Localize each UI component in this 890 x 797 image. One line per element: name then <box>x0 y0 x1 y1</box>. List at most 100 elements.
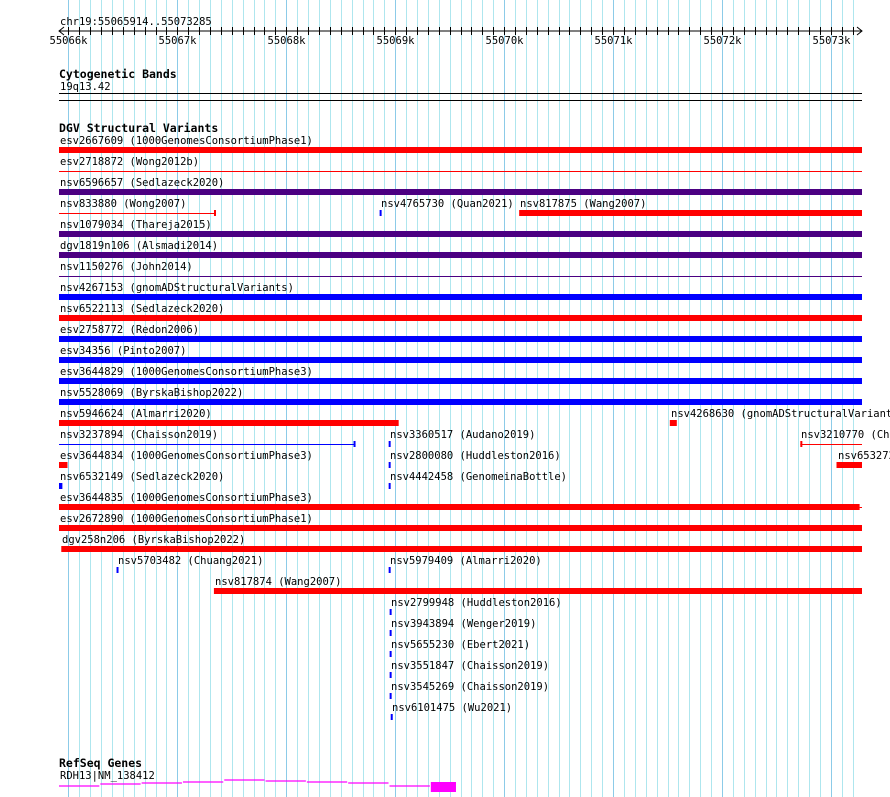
variant-feature[interactable]: nsv3360517 (Audano2019) <box>388 429 536 447</box>
variant-bar[interactable] <box>61 546 863 552</box>
variant-label: esv3644829 (1000GenomesConsortiumPhase3) <box>60 366 313 378</box>
variant-feature[interactable]: nsv4267153 (gnomADStructuralVariants) <box>59 282 862 300</box>
variant-feature[interactable]: nsv6522113 (Sedlazeck2020) <box>59 303 862 321</box>
variant-feature[interactable]: nsv2799948 (Huddleston2016) <box>389 597 562 615</box>
variant-tick[interactable] <box>388 567 391 573</box>
variant-cap-right <box>353 441 356 447</box>
variant-bar[interactable] <box>213 588 862 594</box>
track-title: RefSeq Genes <box>59 756 142 770</box>
variant-bar[interactable] <box>59 525 862 531</box>
variant-feature[interactable]: nsv1150276 (John2014) <box>59 261 862 277</box>
variant-label: nsv6522113 (Sedlazeck2020) <box>60 303 224 315</box>
variant-tick[interactable] <box>388 441 391 447</box>
variant-feature[interactable]: nsv6532725 <box>836 450 890 468</box>
variant-feature[interactable]: nsv3551847 (Chaisson2019) <box>389 660 549 678</box>
variant-feature[interactable]: nsv2800080 (Huddleston2016) <box>388 450 561 468</box>
variant-tail <box>859 507 862 508</box>
variant-line[interactable] <box>59 213 216 214</box>
variant-feature[interactable]: nsv4268630 (gnomADStructuralVariants) <box>669 408 890 426</box>
variant-bar[interactable] <box>59 189 862 195</box>
variant-feature[interactable]: esv2718872 (Wong2012b) <box>59 156 862 172</box>
variant-feature[interactable]: esv3644835 (1000GenomesConsortiumPhase3) <box>59 492 862 510</box>
variant-line[interactable] <box>800 444 862 445</box>
variant-tick[interactable] <box>116 567 119 573</box>
variant-feature[interactable]: nsv3237894 (Chaisson2019) <box>59 429 356 447</box>
variant-label: esv2667609 (1000GenomesConsortiumPhase1) <box>60 135 313 147</box>
track-cytogenetic-bands: Cytogenetic Bands 19q13.42 <box>59 67 862 101</box>
ruler-tick-label: 55072k <box>704 35 743 47</box>
variant-line[interactable] <box>59 276 862 277</box>
variant-feature[interactable]: nsv3545269 (Chaisson2019) <box>389 681 549 699</box>
variant-feature[interactable]: esv2672890 (1000GenomesConsortiumPhase1) <box>59 513 862 531</box>
variant-label: esv2718872 (Wong2012b) <box>60 156 199 168</box>
variant-bar[interactable] <box>59 336 862 342</box>
variant-bar[interactable] <box>59 147 862 153</box>
variant-feature[interactable]: nsv5528069 (ByrskaBishop2022) <box>59 387 862 405</box>
variant-tick[interactable] <box>379 210 382 216</box>
variant-bar[interactable] <box>836 462 862 468</box>
variant-bar[interactable] <box>59 294 862 300</box>
variant-label: nsv6101475 (Wu2021) <box>392 702 512 714</box>
variant-label: nsv6532149 (Sedlazeck2020) <box>60 471 224 483</box>
variant-bar[interactable] <box>59 483 63 489</box>
variant-tick[interactable] <box>389 609 392 615</box>
variant-line[interactable] <box>59 444 356 445</box>
variant-feature[interactable]: esv2667609 (1000GenomesConsortiumPhase1) <box>59 135 862 153</box>
variant-tick[interactable] <box>389 672 392 678</box>
variant-bar[interactable] <box>59 315 862 321</box>
variant-label: nsv5703482 (Chuang2021) <box>118 555 263 567</box>
variant-bar[interactable] <box>59 357 862 363</box>
variant-bar[interactable] <box>59 252 862 258</box>
variant-feature[interactable]: nsv3943894 (Wenger2019) <box>389 618 537 636</box>
variant-feature[interactable]: nsv833880 (Wong2007) <box>59 198 216 216</box>
variant-feature[interactable]: nsv5655230 (Ebert2021) <box>389 639 530 657</box>
variant-label: nsv3237894 (Chaisson2019) <box>60 429 218 441</box>
variant-label: nsv6532725 <box>838 450 890 462</box>
cytoband-label: 19q13.42 <box>60 81 111 93</box>
variant-feature[interactable]: nsv817875 (Wang2007) <box>519 198 862 216</box>
variant-bar[interactable] <box>59 231 862 237</box>
variant-tick[interactable] <box>389 651 392 657</box>
variant-tick[interactable] <box>388 462 391 468</box>
variant-feature[interactable]: esv3644834 (1000GenomesConsortiumPhase3) <box>59 450 313 468</box>
variant-feature[interactable]: esv3644829 (1000GenomesConsortiumPhase3) <box>59 366 862 384</box>
variant-bar[interactable] <box>59 420 399 426</box>
variant-label: esv2672890 (1000GenomesConsortiumPhase1) <box>60 513 313 525</box>
variant-feature[interactable]: nsv4442458 (GenomeinaBottle) <box>388 471 567 489</box>
variant-label: esv3644834 (1000GenomesConsortiumPhase3) <box>60 450 313 462</box>
variant-feature[interactable]: nsv3210770 (Cha <box>800 429 890 447</box>
variant-feature[interactable]: nsv5703482 (Chuang2021) <box>116 555 264 573</box>
variant-tick[interactable] <box>389 630 392 636</box>
gene-label[interactable]: RDH13|NM_138412 <box>60 770 155 782</box>
variant-label: dgv258n206 (ByrskaBishop2022) <box>62 534 245 546</box>
variant-bar[interactable] <box>59 399 862 405</box>
variant-feature[interactable]: nsv5946624 (Almarri2020) <box>59 408 399 426</box>
variant-label: nsv817874 (Wang2007) <box>215 576 341 588</box>
variant-bar[interactable] <box>59 504 860 510</box>
variant-label: nsv3551847 (Chaisson2019) <box>391 660 549 672</box>
coordinate-ruler[interactable]: chr19:55065914..55073285 55066k 55067k 550… <box>50 16 863 47</box>
variant-bar[interactable] <box>519 210 862 216</box>
variant-bar[interactable] <box>59 378 862 384</box>
variant-line[interactable] <box>59 171 862 172</box>
variant-bar[interactable] <box>669 420 677 426</box>
variant-tick[interactable] <box>388 483 391 489</box>
variant-feature[interactable]: nsv6596657 (Sedlazeck2020) <box>59 177 862 195</box>
ruler-tick-label: 55070k <box>486 35 525 47</box>
genome-browser-view[interactable]: chr19:55065914..55073285 55066k 55067k 550… <box>0 0 890 797</box>
variant-feature[interactable]: nsv1079034 (Thareja2015) <box>59 219 862 237</box>
variant-feature[interactable]: esv2758772 (Redon2006) <box>59 324 862 342</box>
cytoband-line <box>59 93 862 94</box>
variant-label: dgv1819n106 (Alsmadi2014) <box>60 240 218 252</box>
variant-feature[interactable]: dgv1819n106 (Alsmadi2014) <box>59 240 862 258</box>
gene-exon[interactable] <box>430 782 456 792</box>
variant-tick[interactable] <box>390 714 393 720</box>
variant-tick[interactable] <box>389 693 392 699</box>
variant-label: nsv4765730 (Quan2021) <box>381 198 514 210</box>
variant-feature[interactable]: nsv5979409 (Almarri2020) <box>388 555 542 573</box>
variant-feature[interactable]: esv34356 (Pinto2007) <box>59 345 862 363</box>
variant-label: nsv5979409 (Almarri2020) <box>390 555 542 567</box>
location-label: chr19:55065914..55073285 <box>60 16 212 28</box>
variant-label: nsv3210770 (Cha <box>801 429 890 441</box>
variant-label: nsv817875 (Wang2007) <box>520 198 646 210</box>
